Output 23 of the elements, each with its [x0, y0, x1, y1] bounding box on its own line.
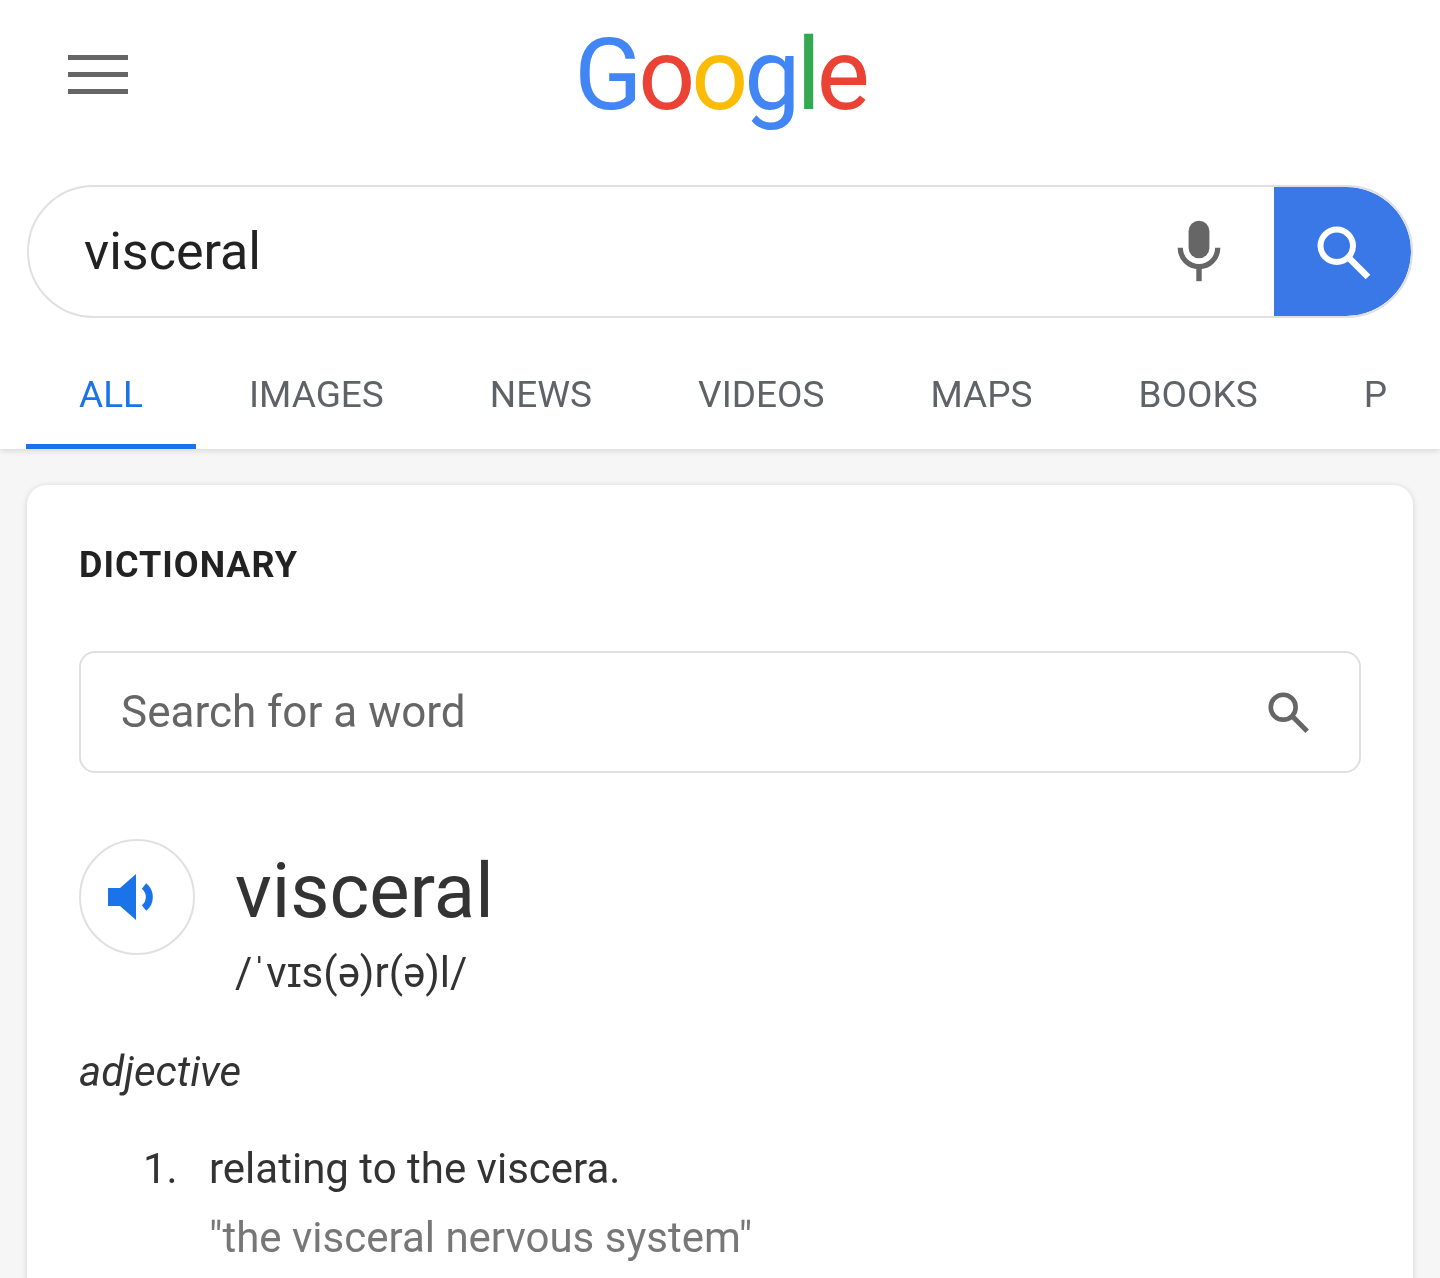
example-text: "the visceral nervous system" [209, 1212, 753, 1264]
tab[interactable]: P [1310, 346, 1440, 449]
headword: visceral [235, 853, 494, 929]
menu-icon[interactable] [68, 55, 128, 95]
search-button[interactable] [1274, 187, 1411, 316]
search-input[interactable]: visceral [29, 212, 1174, 291]
tab[interactable]: MAPS [877, 346, 1086, 449]
tab[interactable]: NEWS [436, 346, 646, 449]
logo: Google [574, 15, 866, 135]
tab[interactable]: BOOKS [1085, 346, 1311, 449]
search-icon[interactable] [1265, 689, 1311, 735]
pronunciation: /ˈvɪs(ə)r(ə)l/ [235, 947, 469, 999]
tab[interactable]: VIDEOS [645, 346, 878, 449]
word-search-input[interactable]: Search for a word [121, 679, 1265, 745]
definition-number: 1. [143, 1143, 179, 1195]
tab[interactable]: ALL [26, 346, 196, 449]
search-field[interactable]: visceral [27, 185, 1413, 318]
pronounce-button[interactable] [79, 839, 195, 955]
section-heading: DICTIONARY [79, 547, 300, 583]
tab[interactable]: IMAGES [196, 346, 437, 449]
part-of-speech: adjective [79, 1046, 243, 1098]
definition-text: relating to the viscera. [209, 1143, 622, 1195]
word-search-field[interactable]: Search for a word [79, 651, 1361, 773]
